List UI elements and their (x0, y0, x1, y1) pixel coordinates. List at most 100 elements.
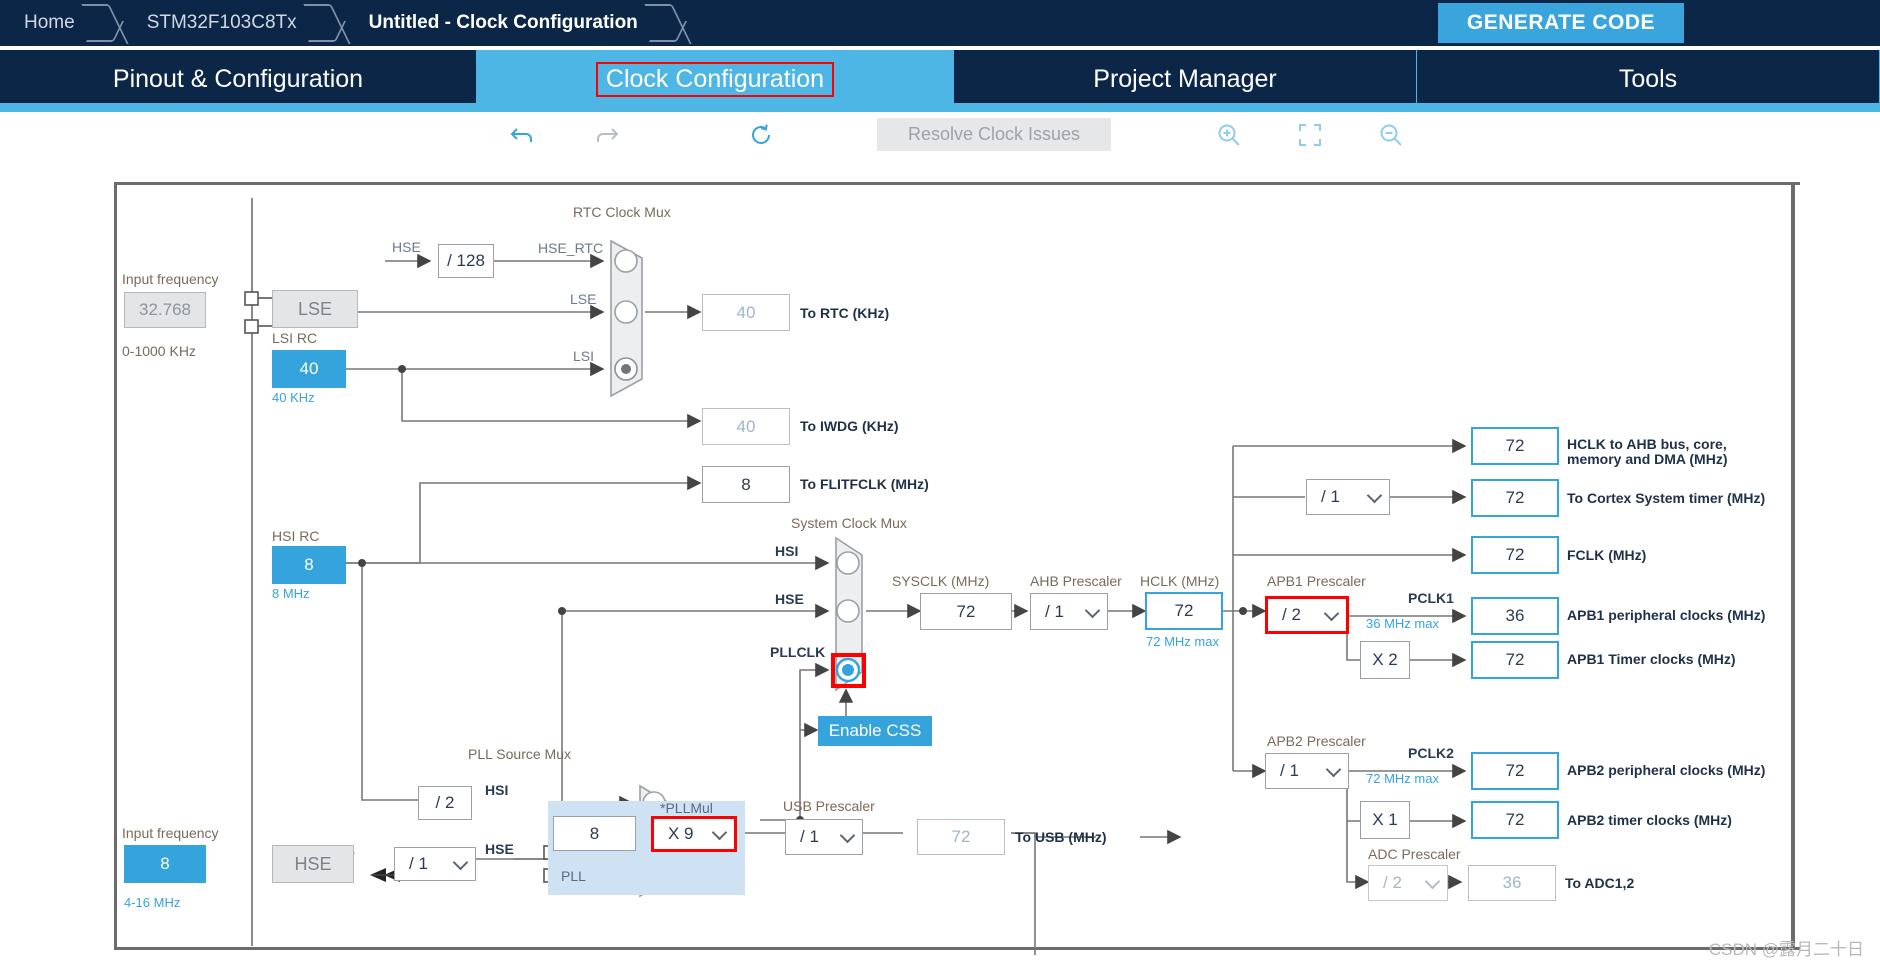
apb1-prescaler-title: APB1 Prescaler (1267, 573, 1366, 589)
to-usb-label: To USB (MHz) (1015, 829, 1107, 845)
lsi-rc-label: LSI RC (272, 330, 318, 346)
tab-clock-configuration[interactable]: Clock Configuration (477, 50, 954, 108)
pll-source-mux-title: PLL Source Mux (468, 746, 571, 762)
fclk-value-field: 72 (1471, 536, 1559, 574)
pllmul-value: X 9 (668, 824, 694, 843)
tab-project-manager[interactable]: Project Manager (954, 50, 1417, 108)
apb2-timer-multiplier-box: X 1 (1360, 801, 1410, 839)
lse-oscillator-block[interactable]: LSE (272, 290, 358, 328)
hclk-ahb-label-line1: HCLK to AHB bus, core, (1567, 436, 1727, 452)
tab-pinout-configuration[interactable]: Pinout & Configuration (0, 50, 477, 108)
hclk-value-field[interactable]: 72 (1145, 592, 1223, 630)
apb2-max-label: 72 MHz max (1366, 771, 1439, 786)
reset-icon[interactable] (744, 120, 778, 150)
cortex-timer-prescaler-value: / 1 (1321, 487, 1340, 506)
generate-code-button[interactable]: GENERATE CODE (1438, 3, 1684, 43)
usb-prescaler-value: / 1 (800, 827, 819, 846)
hse-signal-label: HSE (392, 239, 421, 255)
hclk-title: HCLK (MHz) (1140, 573, 1220, 589)
lsi-rc-value-field[interactable]: 40 (272, 350, 346, 388)
lse-input-frequency-label: Input frequency (122, 271, 219, 287)
pll-panel-label: PLL (561, 868, 586, 884)
hsi-rc-value-field[interactable]: 8 (272, 546, 346, 584)
hse-oscillator-block[interactable]: HSE (272, 845, 354, 883)
rtc-mux-input-lsi-label: LSI (573, 348, 595, 364)
breadcrumb-label: Untitled - Clock Configuration (368, 12, 638, 33)
usb-prescaler-title: USB Prescaler (783, 798, 875, 814)
chevron-down-icon (1084, 602, 1101, 618)
hse-rtc-divider-box: / 128 (438, 244, 494, 278)
enable-css-button[interactable]: Enable CSS (818, 716, 932, 746)
apb1-max-label: 36 MHz max (1366, 616, 1439, 631)
breadcrumb-item-current[interactable]: Untitled - Clock Configuration (345, 0, 652, 46)
to-usb-value-field: 72 (917, 819, 1005, 855)
breadcrumb-bar: Home STM32F103C8Tx Untitled - Clock Conf… (0, 0, 1880, 46)
zoom-in-icon[interactable] (1212, 120, 1246, 150)
undo-icon[interactable] (506, 120, 540, 150)
lse-input-frequency-field[interactable]: 32.768 (124, 292, 206, 328)
apb2-prescaler-select[interactable]: / 1 (1265, 753, 1349, 789)
ahb-prescaler-value: / 1 (1045, 601, 1064, 621)
sysclk-value-field: 72 (920, 593, 1012, 630)
pllmul-select[interactable]: X 9 (651, 816, 737, 852)
apb1-prescaler-value: / 2 (1282, 605, 1301, 624)
pll-mux-input-hse-label: HSE (485, 841, 514, 857)
tab-tools[interactable]: Tools (1417, 50, 1879, 108)
tab-label: Tools (1618, 64, 1678, 93)
pll-hse-divider-value: / 1 (409, 854, 428, 873)
hclk-max-label: 72 MHz max (1146, 634, 1219, 649)
pll-hse-divider-select[interactable]: / 1 (394, 847, 476, 881)
hse-input-frequency-label: Input frequency (122, 825, 219, 841)
pll-mux-input-hsi-label: HSI (485, 782, 509, 798)
chevron-down-icon (839, 827, 856, 844)
fit-to-screen-icon[interactable] (1293, 120, 1327, 150)
chevron-down-icon (711, 824, 728, 841)
hse-range-label: 4-16 MHz (124, 895, 181, 910)
chevron-down-icon (1325, 761, 1342, 778)
zoom-out-icon[interactable] (1374, 120, 1408, 150)
system-clock-mux-title: System Clock Mux (791, 515, 907, 531)
tab-label: Pinout & Configuration (112, 64, 364, 93)
apb2-peripheral-value-field: 72 (1471, 752, 1559, 790)
apb2-prescaler-value: / 1 (1280, 761, 1299, 780)
hclk-ahb-label-line2: memory and DMA (MHz) (1567, 451, 1728, 467)
sys-mux-input-hsi-label: HSI (775, 543, 799, 559)
main-tab-bar: Pinout & Configuration Clock Configurati… (0, 50, 1880, 108)
to-iwdg-value-field: 40 (702, 408, 790, 445)
breadcrumb-item-home[interactable]: Home (0, 0, 89, 46)
to-flitfclk-value-field: 8 (702, 466, 790, 503)
adc-prescaler-value: / 2 (1383, 873, 1402, 892)
cortex-timer-label: To Cortex System timer (MHz) (1567, 490, 1766, 506)
usb-prescaler-select[interactable]: / 1 (785, 819, 863, 855)
ahb-prescaler-select[interactable]: / 1 (1030, 593, 1108, 630)
apb1-peripheral-label: APB1 peripheral clocks (MHz) (1567, 607, 1766, 623)
apb2-timer-value-field: 72 (1471, 801, 1559, 839)
cortex-timer-prescaler-select[interactable]: / 1 (1306, 479, 1390, 515)
hsi-rc-label: HSI RC (272, 528, 320, 544)
apb2-peripheral-label: APB2 peripheral clocks (MHz) (1567, 762, 1766, 778)
ahb-prescaler-title: AHB Prescaler (1030, 573, 1122, 589)
chevron-down-icon (1366, 487, 1383, 504)
redo-icon[interactable] (589, 120, 623, 150)
tab-label: Clock Configuration (595, 61, 835, 97)
breadcrumb-separator-icon (311, 0, 345, 46)
rtc-mux-input-hse-rtc-label: HSE_RTC (538, 240, 604, 256)
breadcrumb-label: STM32F103C8Tx (146, 12, 297, 33)
hclk-ahb-value-field: 72 (1471, 427, 1559, 465)
resolve-clock-issues-button[interactable]: Resolve Clock Issues (877, 118, 1111, 151)
breadcrumb-item-device[interactable]: STM32F103C8Tx (123, 0, 311, 46)
to-adc-label: To ADC1,2 (1565, 875, 1635, 891)
watermark: CSDN @露月二十日 (1708, 940, 1864, 959)
sysclk-title: SYSCLK (MHz) (892, 573, 990, 589)
hse-input-frequency-field[interactable]: 8 (124, 845, 206, 883)
apb1-timer-multiplier-box: X 2 (1360, 641, 1410, 679)
canvas-vertical-rule (251, 198, 253, 946)
breadcrumb-separator-icon (89, 0, 123, 46)
lse-range-label: 0-1000 KHz (122, 343, 196, 359)
sys-mux-input-pllclk-label: PLLCLK (770, 644, 826, 660)
apb1-prescaler-select[interactable]: / 2 (1265, 596, 1349, 634)
to-rtc-label: To RTC (KHz) (800, 305, 890, 321)
pclk2-label: PCLK2 (1408, 745, 1454, 761)
adc-prescaler-select[interactable]: / 2 (1368, 865, 1448, 901)
to-rtc-value-field: 40 (702, 294, 790, 331)
